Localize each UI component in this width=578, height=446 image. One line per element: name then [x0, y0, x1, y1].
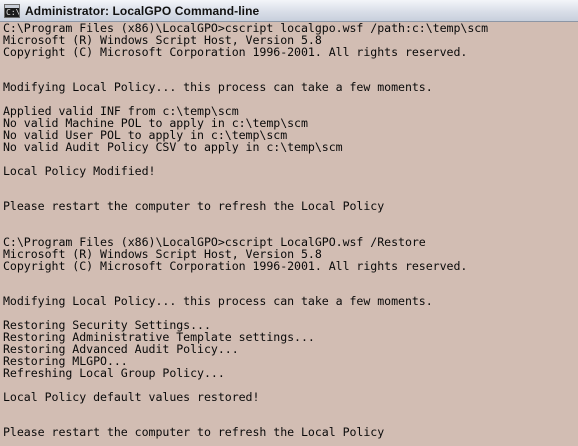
console-line: Please restart the computer to refresh t…	[3, 425, 385, 440]
console-icon[interactable]: C:\	[4, 3, 20, 18]
console-icon-glyph: C:\	[6, 7, 20, 17]
console-line: Please restart the computer to refresh t…	[3, 199, 385, 214]
command-prompt-window: C:\ Administrator: LocalGPO Command-line…	[0, 0, 578, 446]
console-line: No valid Audit Policy CSV to apply in c:…	[3, 139, 343, 154]
title-bar[interactable]: C:\ Administrator: LocalGPO Command-line	[0, 0, 578, 22]
console-line: Copyright (C) Microsoft Corporation 1996…	[3, 258, 468, 273]
console-line: Refreshing Local Group Policy...	[3, 365, 225, 380]
console-line: Local Policy Modified!	[3, 163, 156, 178]
console-output[interactable]: C:\Program Files (x86)\LocalGPO>cscript …	[0, 22, 578, 446]
console-line: Modifying Local Policy... this process c…	[3, 80, 433, 95]
console-line: Modifying Local Policy... this process c…	[3, 294, 433, 309]
console-line: Copyright (C) Microsoft Corporation 1996…	[3, 44, 468, 59]
window-title: Administrator: LocalGPO Command-line	[25, 3, 260, 18]
console-line: Local Policy default values restored!	[3, 389, 260, 404]
